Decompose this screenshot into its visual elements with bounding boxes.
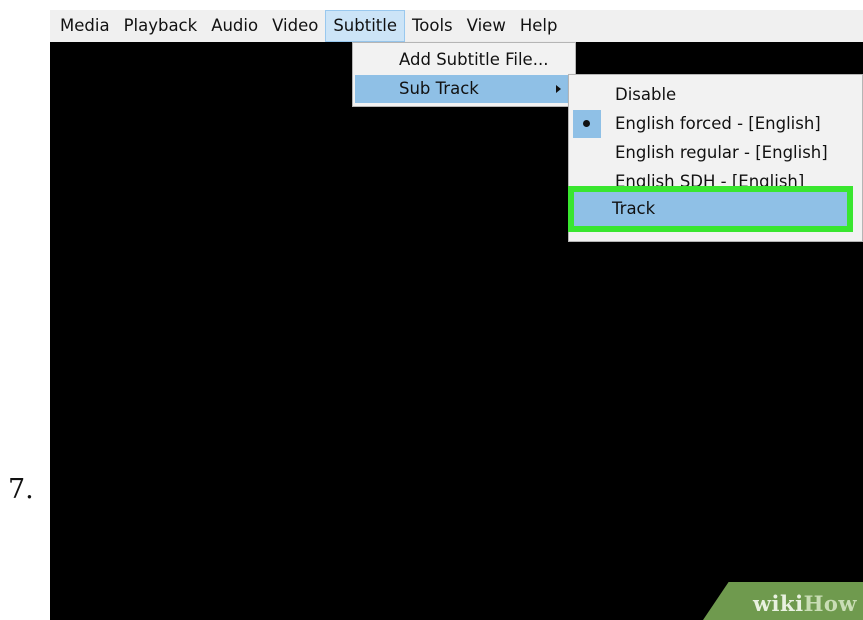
menu-item-label: Track: [612, 199, 656, 218]
radio-check-indicator: [573, 110, 601, 138]
subtrack-item-english-regular[interactable]: English regular - [English]: [571, 139, 860, 167]
menu-item-label: English forced - [English]: [615, 114, 821, 133]
menu-audio[interactable]: Audio: [204, 10, 265, 42]
menu-playback[interactable]: Playback: [117, 10, 205, 42]
menu-tools[interactable]: Tools: [405, 10, 460, 42]
media-player-window: Media Playback Audio Video Subtitle Tool…: [50, 10, 863, 620]
watermark-how: How: [803, 591, 857, 616]
menu-media[interactable]: Media: [50, 10, 117, 42]
menu-video[interactable]: Video: [265, 10, 325, 42]
menu-view[interactable]: View: [460, 10, 513, 42]
sub-track-item[interactable]: Sub Track: [355, 75, 573, 103]
wikihow-watermark: wikiHow: [753, 591, 857, 616]
menu-bar: Media Playback Audio Video Subtitle Tool…: [50, 10, 863, 42]
subtrack-item-disable[interactable]: Disable: [571, 81, 860, 109]
radio-dot-icon: [583, 120, 590, 127]
subtitle-dropdown: Add Subtitle File... Sub Track: [352, 42, 576, 107]
menu-help[interactable]: Help: [513, 10, 565, 42]
submenu-arrow-icon: [556, 85, 561, 93]
subtrack-item-english-forced[interactable]: English forced - [English]: [571, 110, 860, 138]
subtrack-item-track[interactable]: Track: [574, 192, 847, 226]
add-subtitle-file-item[interactable]: Add Subtitle File...: [355, 46, 573, 74]
menu-item-label: Disable: [615, 85, 677, 104]
menu-item-label: Add Subtitle File...: [399, 50, 549, 69]
watermark-wiki: wiki: [752, 591, 804, 616]
step-number: 7.: [8, 474, 34, 505]
menu-item-label: English regular - [English]: [615, 143, 828, 162]
menu-subtitle[interactable]: Subtitle: [325, 10, 405, 42]
menu-item-label: Sub Track: [399, 79, 479, 98]
